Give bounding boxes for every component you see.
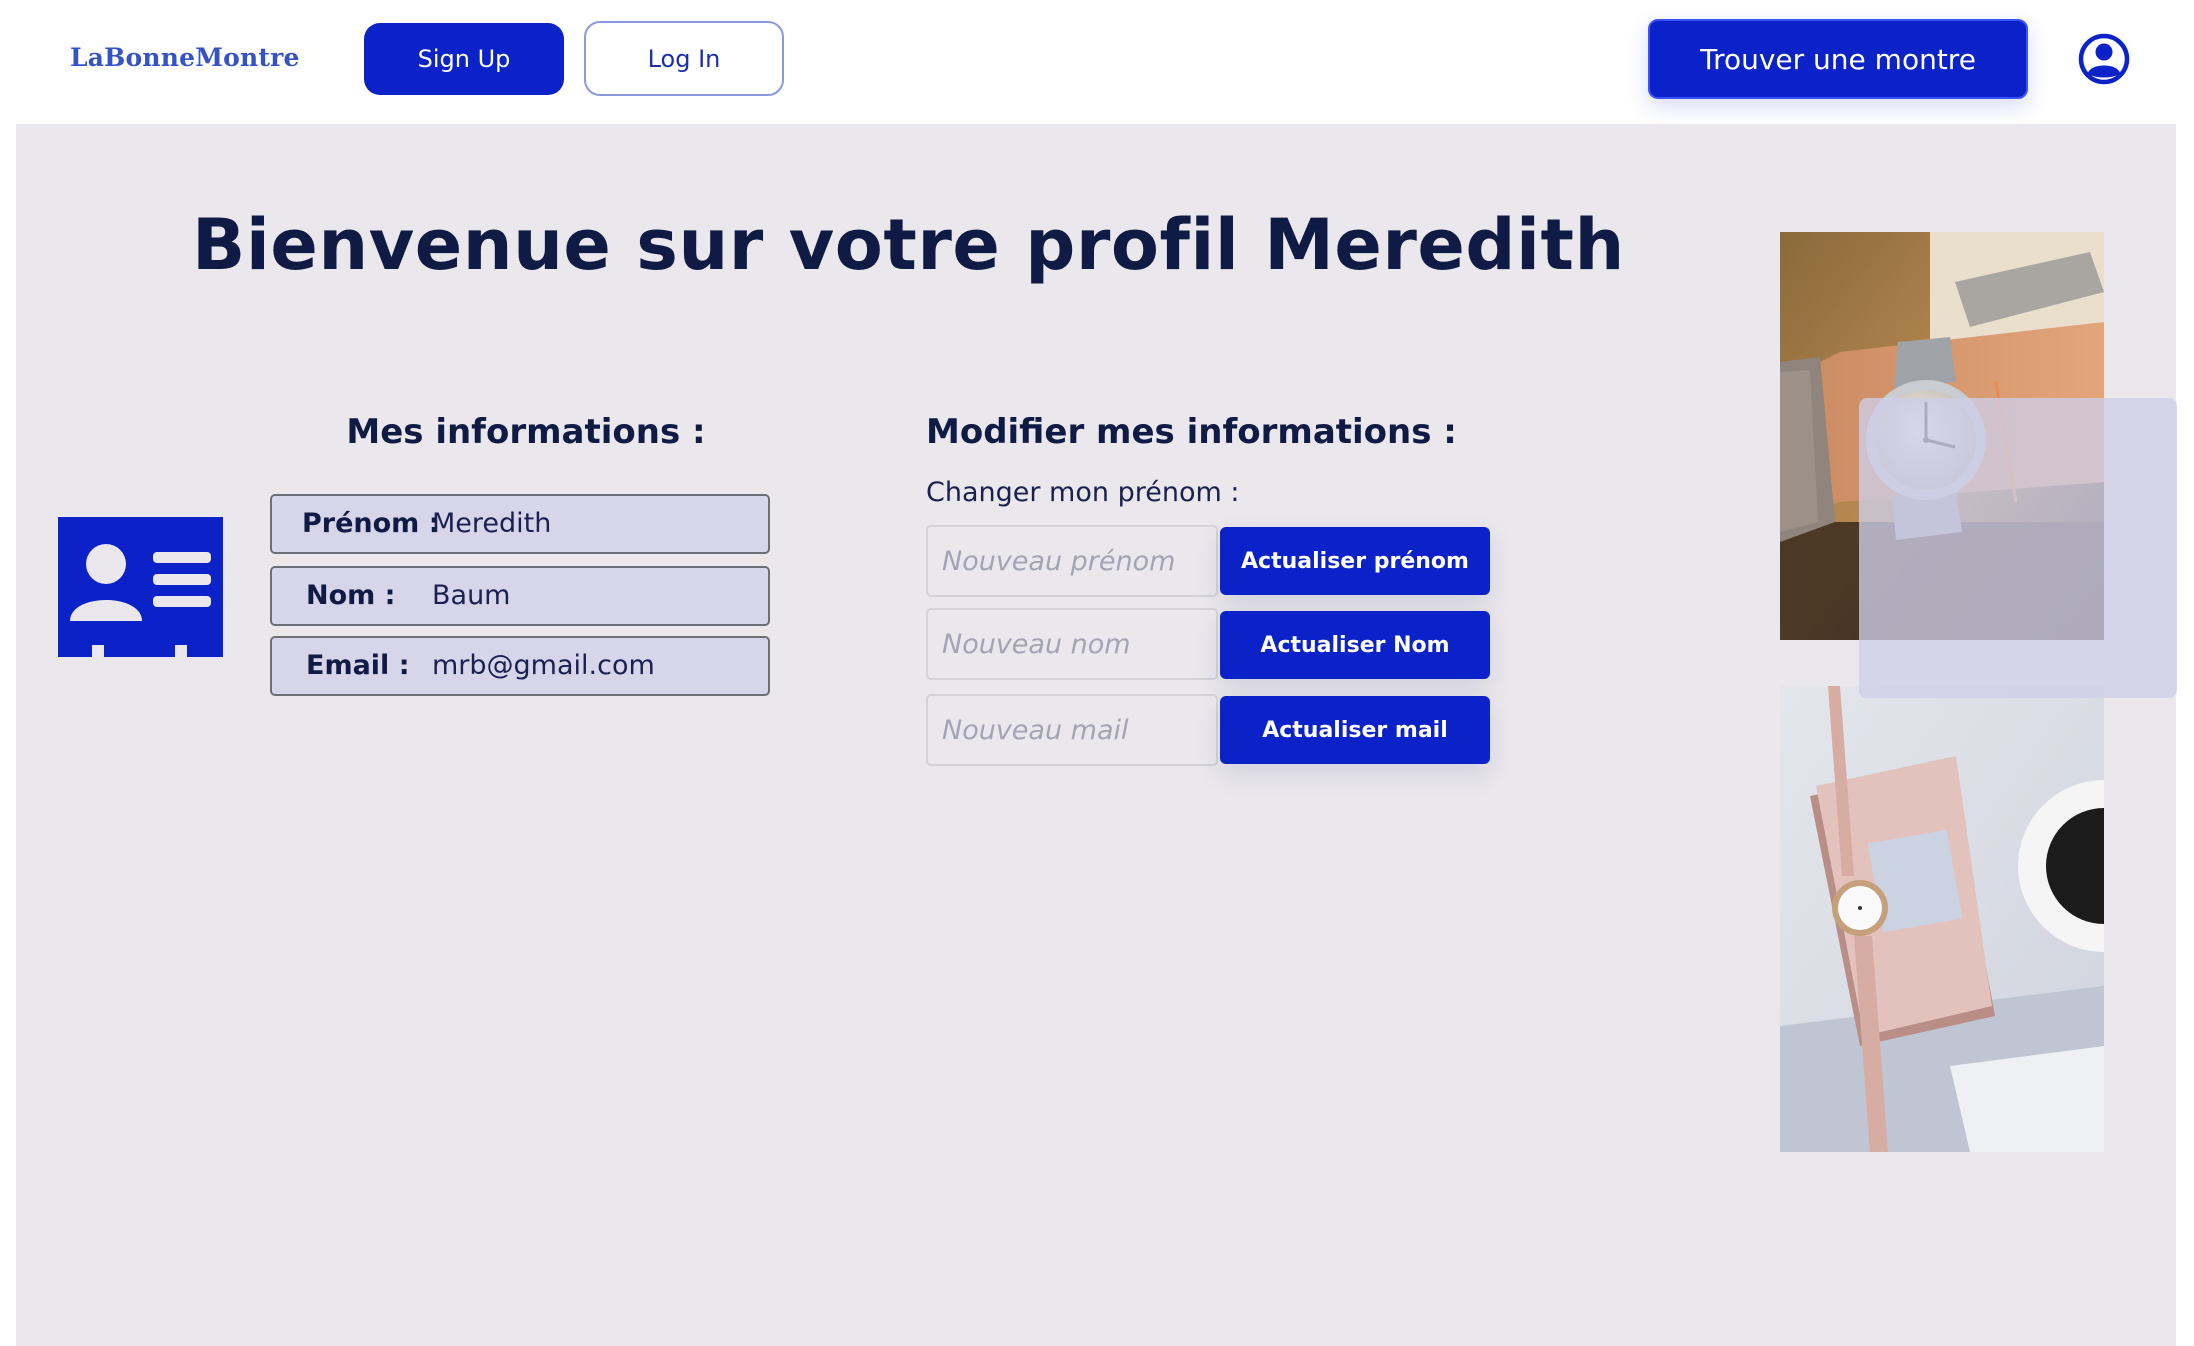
new-last-name-input[interactable] [926,608,1218,680]
find-watch-button[interactable]: Trouver une montre [1648,19,2028,99]
first-name-field: Prénom : Meredith [270,494,770,554]
new-email-input[interactable] [926,694,1218,766]
update-first-name-button[interactable]: Actualiser prénom [1220,527,1490,595]
decorative-overlay-panel [1859,398,2177,698]
last-name-label: Nom : [306,580,396,611]
email-label: Email : [306,650,410,681]
page-title: Bienvenue sur votre profil Meredith [192,204,1625,286]
last-name-field: Nom : Baum [270,566,770,626]
new-first-name-input[interactable] [926,525,1218,597]
log-in-button[interactable]: Log In [584,21,784,96]
email-value: mrb@gmail.com [432,650,655,681]
first-name-value: Meredith [432,508,552,539]
edit-info-heading: Modifier mes informations : [926,412,1457,452]
email-field: Email : mrb@gmail.com [270,636,770,696]
update-last-name-button[interactable]: Actualiser Nom [1220,611,1490,679]
last-name-value: Baum [432,580,511,611]
change-first-name-label: Changer mon prénom : [926,477,1240,508]
sign-up-button[interactable]: Sign Up [364,23,564,95]
first-name-label: Prénom : [302,508,440,539]
top-navigation-bar: LaBonneMontre Sign Up Log In Trouver une… [0,0,2194,124]
id-card-icon [58,517,223,663]
update-email-button[interactable]: Actualiser mail [1220,696,1490,764]
my-info-heading: Mes informations : [346,412,706,452]
watch-notebook-photo [1780,686,2104,1152]
user-circle-icon[interactable] [2078,33,2130,85]
site-logo[interactable]: LaBonneMontre [70,38,300,78]
